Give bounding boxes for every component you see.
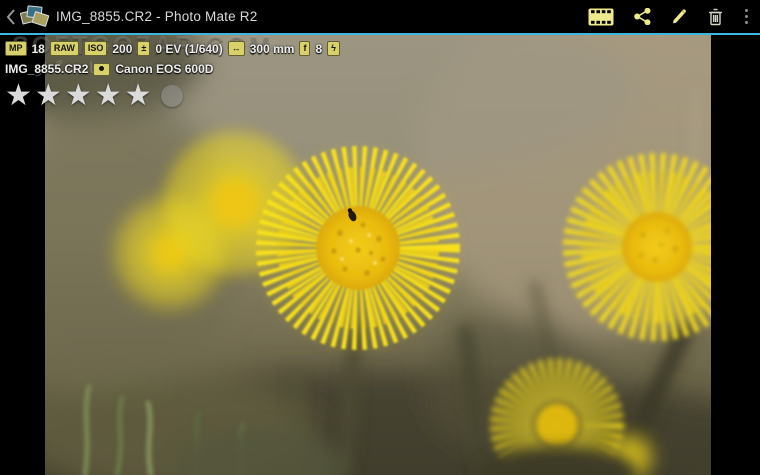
iso-value: 200 (112, 41, 133, 56)
delete-button[interactable] (708, 5, 723, 29)
megapixels-value: 18 (31, 41, 45, 56)
exposure-icon: ± (137, 41, 151, 56)
file-name: IMG_8855.CR2 (5, 62, 89, 76)
focal-length-value: 300 mm (249, 41, 295, 56)
rating-star-5[interactable]: ★ (125, 81, 152, 111)
share-icon (633, 8, 650, 25)
file-info-row: IMG_8855.CR2 Canon EOS 600D (5, 62, 213, 76)
back-button[interactable] (4, 6, 18, 28)
overflow-menu-button[interactable] (743, 5, 751, 29)
rating-star-2[interactable]: ★ (35, 81, 62, 111)
rating-star-1[interactable]: ★ (5, 81, 32, 111)
exposure-value: 0 EV (1/640) (155, 41, 223, 56)
filmstrip-icon (588, 8, 613, 25)
aperture-icon: f (299, 41, 311, 56)
flash-icon: ϟ (327, 41, 340, 56)
delete-trash-icon (708, 8, 722, 25)
aperture-value: 8 (315, 41, 323, 56)
window-title: IMG_8855.CR2 - Photo Mate R2 (56, 9, 258, 24)
image-viewer[interactable]: SOFTGOZAR.COM سافت گذار MP 18 RAW ISO 20… (0, 32, 760, 475)
rating-clear-button[interactable] (160, 85, 183, 107)
megapixels-badge-icon: MP (5, 41, 27, 56)
back-chevron-icon (6, 8, 15, 25)
toolbar (588, 5, 751, 29)
overflow-menu-icon (744, 8, 748, 13)
iso-badge-icon: ISO (83, 41, 108, 56)
action-bar: IMG_8855.CR2 - Photo Mate R2 (0, 0, 760, 33)
rating-star-4[interactable]: ★ (95, 81, 122, 111)
exif-info-row: MP 18 RAW ISO 200 ± 0 EV (1/640) ↔ 300 m… (5, 41, 340, 56)
rating-bar: ★ ★ ★ ★ ★ (5, 81, 183, 111)
share-button[interactable] (633, 5, 651, 29)
rating-star-3[interactable]: ★ (65, 81, 92, 111)
focal-length-icon: ↔ (227, 41, 245, 56)
edit-button[interactable] (671, 5, 688, 29)
camera-icon (93, 62, 111, 76)
photo-mate-window: IMG_8855.CR2 - Photo Mate R2 سافت گذار M… (0, 0, 760, 475)
filmstrip-button[interactable] (588, 5, 614, 29)
raw-badge-icon: RAW (49, 41, 79, 56)
app-icon-photo-stack[interactable] (19, 4, 50, 29)
camera-model: Canon EOS 600D (115, 62, 214, 76)
edit-pencil-icon (672, 9, 686, 24)
